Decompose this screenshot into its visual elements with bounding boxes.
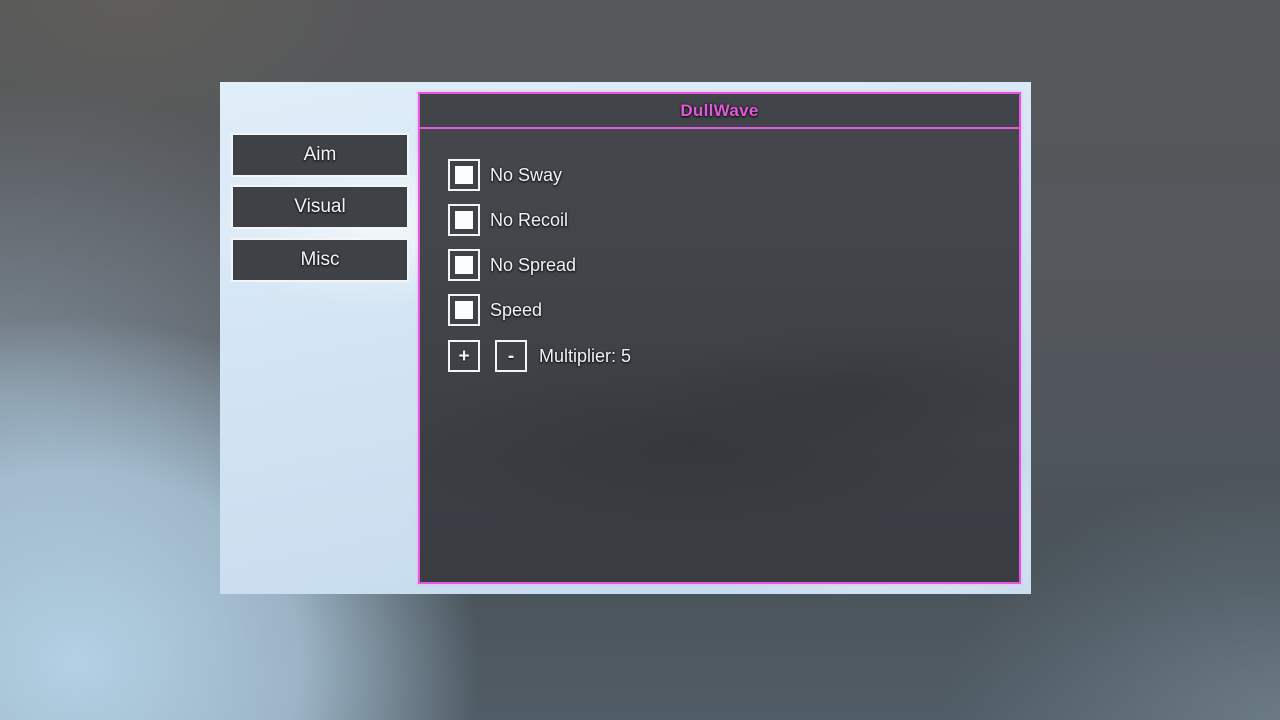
window-title: DullWave [680, 100, 759, 120]
increase-multiplier-button[interactable]: + [448, 340, 480, 372]
tab-visual[interactable]: Visual [231, 185, 409, 229]
tab-aim[interactable]: Aim [231, 133, 409, 177]
settings-panel: DullWave No Sway No Recoil No Spread Spe… [418, 92, 1021, 584]
panel-content: No Sway No Recoil No Spread Speed + - Mu… [420, 129, 1019, 372]
multiplier-value: 5 [621, 345, 632, 366]
row-speed: Speed [448, 294, 1019, 326]
minus-icon: - [507, 345, 515, 367]
row-no-recoil: No Recoil [448, 204, 1019, 236]
checkbox-no-recoil[interactable] [448, 204, 480, 236]
checkbox-fill [455, 166, 473, 184]
row-no-sway: No Sway [448, 159, 1019, 191]
checkbox-no-sway[interactable] [448, 159, 480, 191]
checkbox-fill [455, 211, 473, 229]
checkbox-label-no-recoil: No Recoil [490, 209, 569, 230]
multiplier-stepper: + - Multiplier: 5 [448, 340, 1019, 372]
checkbox-label-speed: Speed [490, 299, 543, 320]
checkbox-no-spread[interactable] [448, 249, 480, 281]
checkbox-fill [455, 256, 473, 274]
multiplier-label-prefix: Multiplier: [539, 345, 617, 366]
row-no-spread: No Spread [448, 249, 1019, 281]
tab-misc-label: Misc [300, 249, 340, 270]
tab-visual-label: Visual [294, 196, 346, 217]
plus-icon: + [458, 345, 470, 367]
decrease-multiplier-button[interactable]: - [495, 340, 527, 372]
tab-misc[interactable]: Misc [231, 238, 409, 282]
checkbox-speed[interactable] [448, 294, 480, 326]
multiplier-label: Multiplier: 5 [539, 346, 631, 367]
checkbox-label-no-spread: No Spread [490, 254, 577, 275]
checkbox-fill [455, 301, 473, 319]
mod-menu-window: Aim Visual Misc DullWave No Sway No Reco… [220, 82, 1031, 594]
titlebar-drag-handle[interactable]: DullWave [420, 94, 1019, 129]
tab-aim-label: Aim [303, 144, 337, 165]
checkbox-label-no-sway: No Sway [490, 164, 563, 185]
